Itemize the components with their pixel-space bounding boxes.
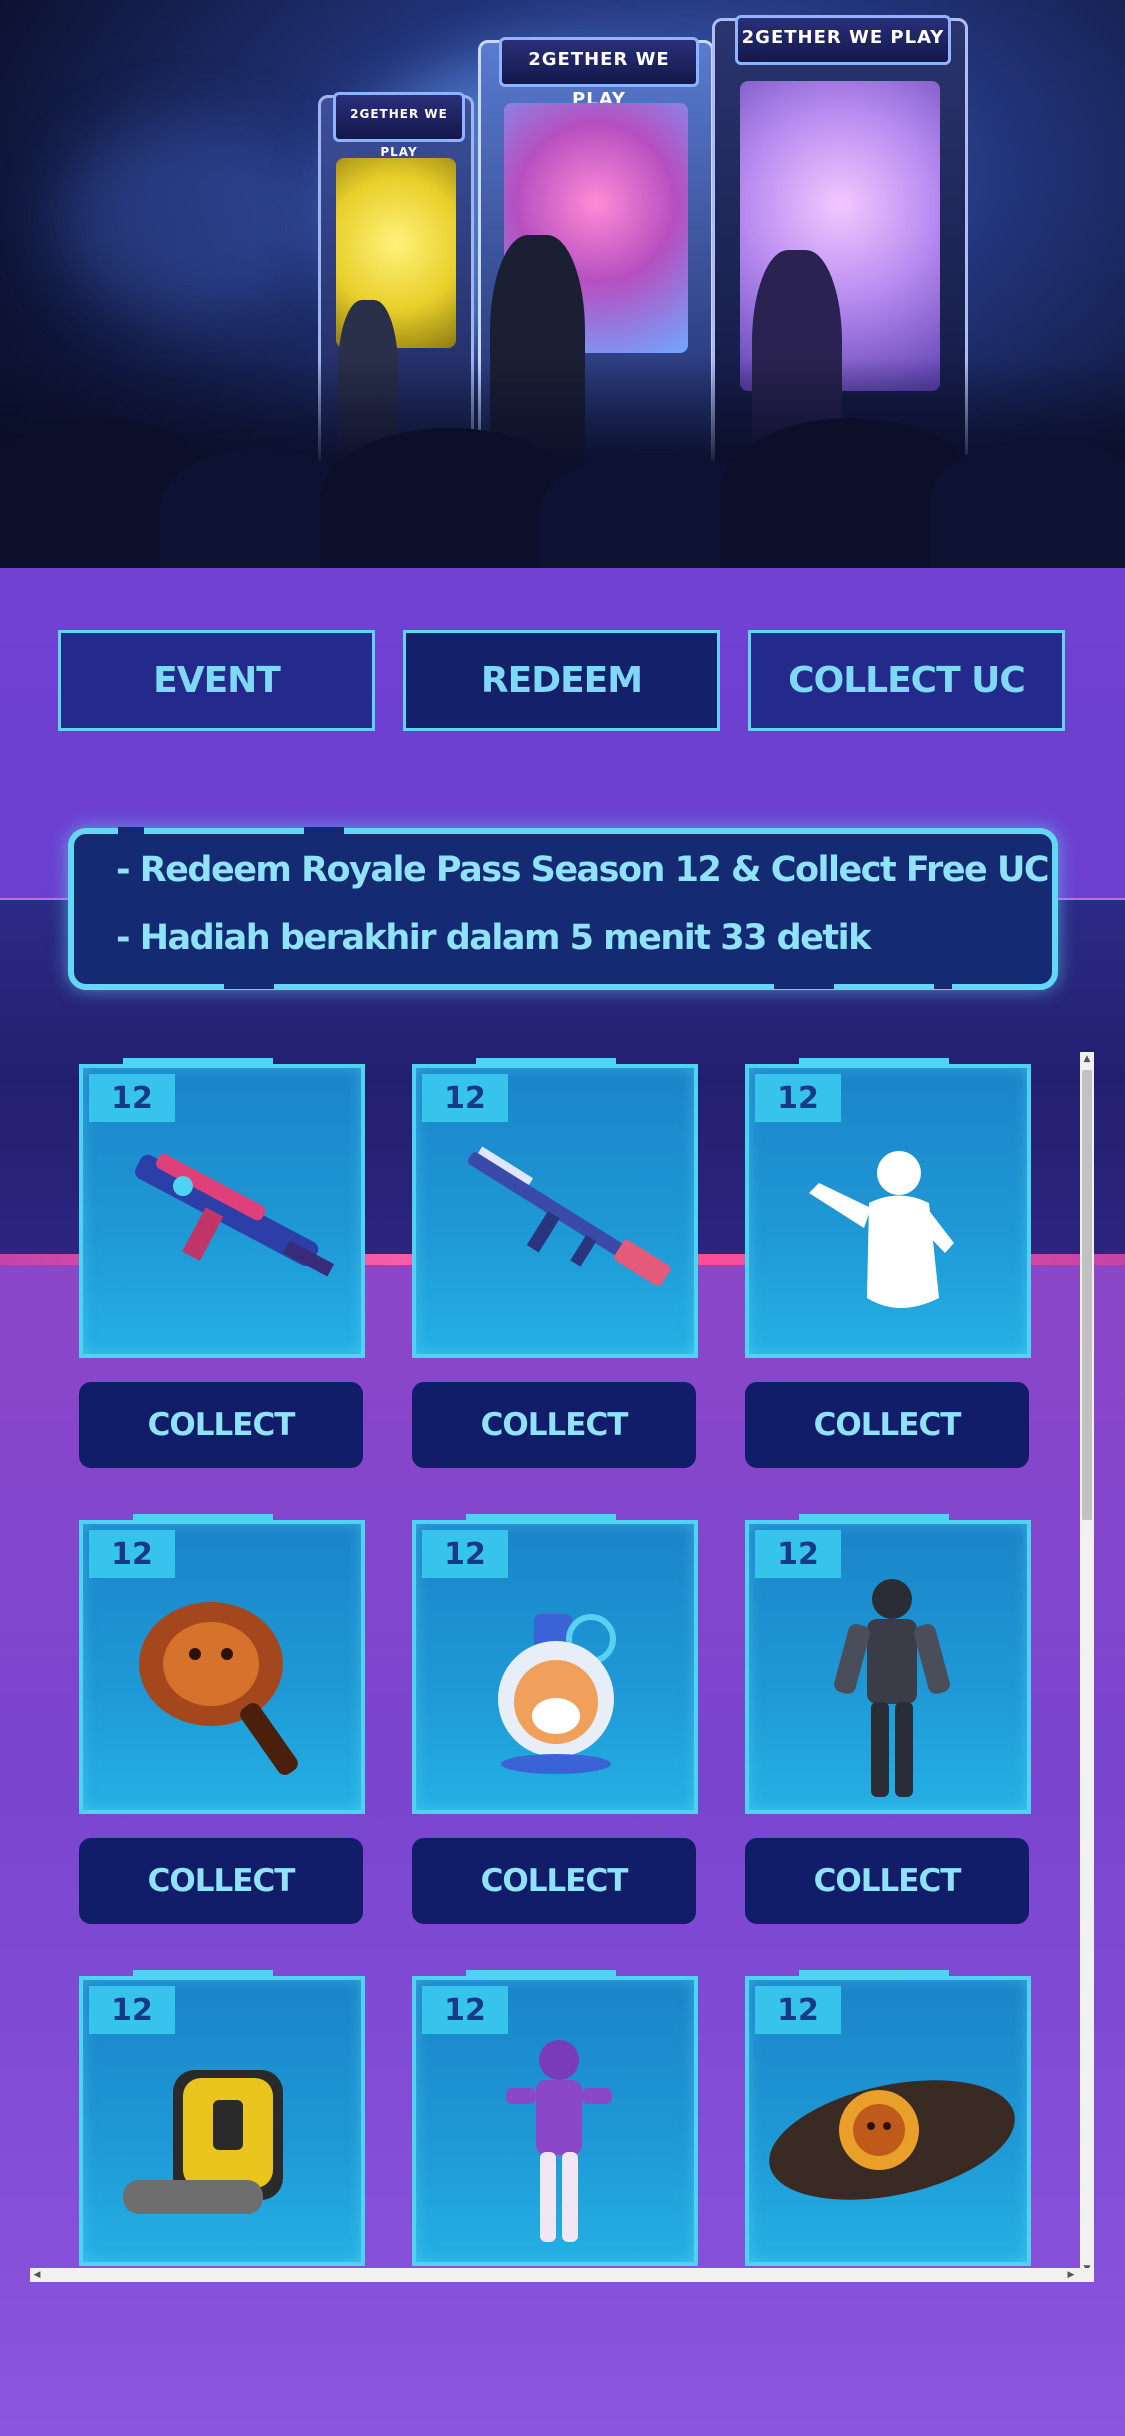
- reward-card: 12: [745, 1058, 1031, 1358]
- info-panel: - Redeem Royale Pass Season 12 & Collect…: [68, 827, 1058, 990]
- scroll-up-icon[interactable]: ▲: [1080, 1052, 1094, 1066]
- season-badge: 12: [755, 1074, 841, 1122]
- season-badge: 12: [422, 1074, 508, 1122]
- tab-redeem[interactable]: REDEEM: [403, 630, 720, 731]
- season-badge: 12: [422, 1986, 508, 2034]
- reward-card: 12: [412, 1058, 698, 1358]
- reward-card: 12: [79, 1970, 365, 2266]
- hero-banner: 2GETHER WE PLAY 2GETHER WE PLAY 2GETHER …: [0, 0, 1125, 568]
- collect-button[interactable]: COLLECT: [79, 1382, 363, 1468]
- horizontal-scrollbar[interactable]: ◀ ▶: [30, 2268, 1094, 2282]
- scroll-left-icon[interactable]: ◀: [30, 2268, 44, 2282]
- info-line-offer: - Redeem Royale Pass Season 12 & Collect…: [116, 850, 1050, 890]
- collect-button[interactable]: COLLECT: [412, 1382, 696, 1468]
- season-badge: 12: [755, 1530, 841, 1578]
- collect-button[interactable]: COLLECT: [412, 1838, 696, 1924]
- season-badge: 12: [89, 1530, 175, 1578]
- reward-grid[interactable]: 12 12 12 COLLECT COLLECT COLLECT 12 12 1…: [30, 1052, 1096, 2282]
- reward-card: 12: [79, 1058, 365, 1358]
- season-badge: 12: [422, 1530, 508, 1578]
- info-line-timer: - Hadiah berakhir dalam 5 menit 33 detik: [116, 918, 871, 958]
- reward-card: 12: [745, 1514, 1031, 1814]
- reward-card: 12: [412, 1970, 698, 2266]
- collect-button[interactable]: COLLECT: [745, 1838, 1029, 1924]
- scroll-thumb[interactable]: [1082, 1070, 1092, 1520]
- season-badge: 12: [755, 1986, 841, 2034]
- reward-card: 12: [745, 1970, 1031, 2266]
- vertical-scrollbar[interactable]: ▲ ▼: [1080, 1052, 1094, 2276]
- collect-button[interactable]: COLLECT: [79, 1838, 363, 1924]
- reward-card: 12: [412, 1514, 698, 1814]
- season-badge: 12: [89, 1074, 175, 1122]
- tab-collect-uc[interactable]: COLLECT UC: [748, 630, 1065, 731]
- reward-card: 12: [79, 1514, 365, 1814]
- scroll-right-icon[interactable]: ▶: [1064, 2268, 1078, 2282]
- tab-event[interactable]: EVENT: [58, 630, 375, 731]
- collect-button[interactable]: COLLECT: [745, 1382, 1029, 1468]
- season-badge: 12: [89, 1986, 175, 2034]
